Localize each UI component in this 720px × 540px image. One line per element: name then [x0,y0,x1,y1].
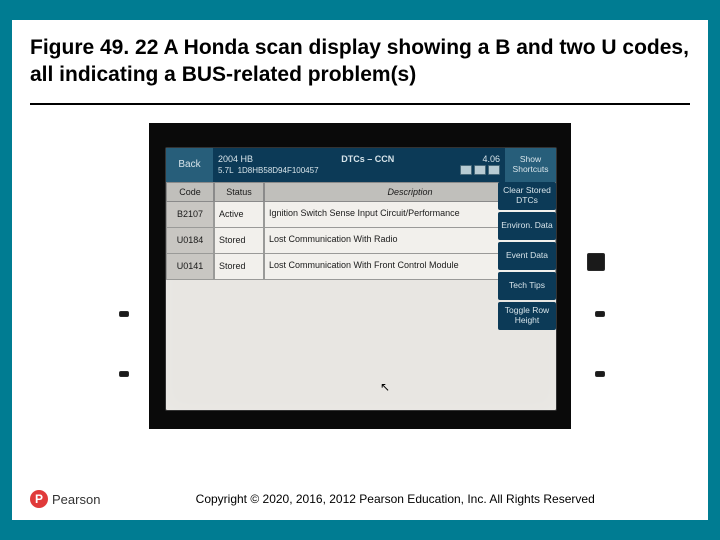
device-button [119,311,129,317]
slide-footer: P Pearson Copyright © 2020, 2016, 2012 P… [12,490,708,508]
cell-status: Stored [214,228,264,254]
device-button [595,371,605,377]
device-button [119,371,129,377]
cell-code: B2107 [166,202,214,228]
back-button[interactable]: Back [166,148,214,182]
version: 4.06 [482,154,500,164]
vin: 1D8HB58D94F100457 [238,166,452,175]
banner-info: 2004 HB DTCs – CCN 4.06 5.7L 1D8HB58D94F… [214,148,504,182]
engine: 5.7L [218,166,234,175]
pearson-brand: Pearson [52,492,100,507]
figure-title: Figure 49. 22 A Honda scan display showi… [12,20,708,101]
pearson-logo: P Pearson [30,490,100,508]
show-shortcuts-button[interactable]: Show Shortcuts [504,148,556,182]
device-button [587,253,605,271]
scan-tool-photo: Back 2004 HB DTCs – CCN 4.06 5.7L 1D8HB5… [149,123,571,429]
device-button [595,311,605,317]
title-underline [30,103,690,105]
pearson-logo-icon: P [30,490,48,508]
battery-icon [460,165,472,175]
event-data-button[interactable]: Event Data [498,242,556,270]
toggle-row-height-button[interactable]: Toggle Row Height [498,302,556,330]
screen-title: DTCs – CCN [341,154,394,164]
cell-status: Active [214,202,264,228]
clear-stored-dtcs-button[interactable]: Clear Stored DTCs [498,182,556,210]
slide: Figure 49. 22 A Honda scan display showi… [12,20,708,520]
copyright: Copyright © 2020, 2016, 2012 Pearson Edu… [100,492,690,506]
status-icons [460,165,500,175]
cursor-icon: ↖ [380,380,390,394]
header-code[interactable]: Code [166,182,214,202]
scan-banner: Back 2004 HB DTCs – CCN 4.06 5.7L 1D8HB5… [166,148,556,182]
link-icon [488,165,500,175]
scan-screen: Back 2004 HB DTCs – CCN 4.06 5.7L 1D8HB5… [165,147,557,411]
signal-icon [474,165,486,175]
scan-side-buttons: Clear Stored DTCs Environ. Data Event Da… [498,182,556,330]
cell-code: U0184 [166,228,214,254]
environ-data-button[interactable]: Environ. Data [498,212,556,240]
vehicle-model: 2004 HB [218,154,253,164]
header-status[interactable]: Status [214,182,264,202]
cell-code: U0141 [166,254,214,280]
cell-status: Stored [214,254,264,280]
tech-tips-button[interactable]: Tech Tips [498,272,556,300]
